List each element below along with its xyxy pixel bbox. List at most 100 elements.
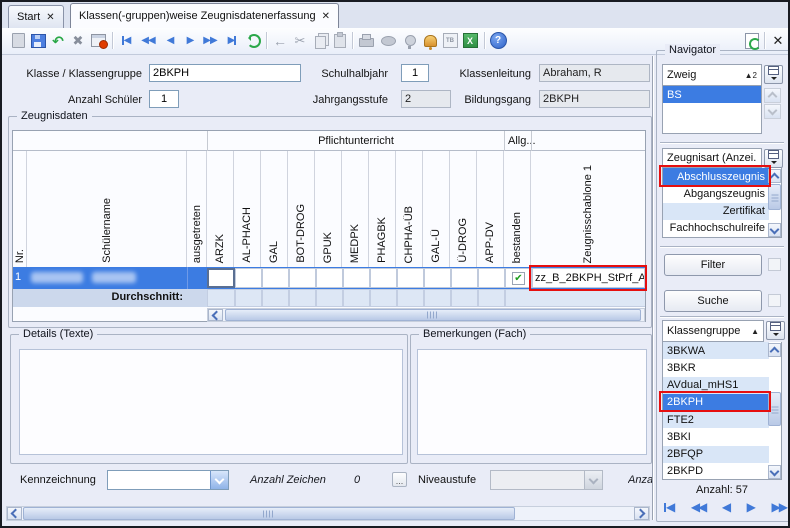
list-item-fachhochschulreife[interactable]: Fachhochschulreife (663, 220, 769, 237)
save-icon[interactable] (28, 31, 48, 50)
grade-cell[interactable] (316, 268, 343, 288)
klasse-input[interactable] (149, 64, 301, 82)
undo-icon[interactable]: ↶ (48, 31, 68, 50)
column-header-subject[interactable]: AL-PHACH (234, 151, 261, 267)
grade-cell[interactable] (478, 268, 505, 288)
excel-export-icon[interactable]: X (460, 31, 480, 50)
grade-cell-focused[interactable] (207, 268, 235, 288)
nav-first-icon[interactable]: ◀ (664, 501, 674, 513)
zeugnisschablone-cell[interactable]: zz_B_2BKPH_StPrf_A_A4 (532, 268, 645, 288)
chevron-down-icon[interactable] (210, 471, 228, 489)
tab-zeugnisdatenerfassung[interactable]: Klassen(-gruppen)weise Zeugnisdatenerfas… (70, 3, 339, 28)
column-header-zeugnisschablone[interactable]: Zeugnisschablone 1 (531, 151, 645, 267)
scroll-left-button[interactable] (208, 309, 223, 321)
grade-cell[interactable] (289, 268, 316, 288)
zeugnisart-column-options-button[interactable] (764, 149, 783, 168)
column-header-subject[interactable]: Ü-DROG (450, 151, 477, 267)
list-item-2bkpd[interactable]: 2BKPD (663, 463, 769, 480)
nav-first-icon[interactable]: ◀ (116, 31, 136, 50)
close-icon[interactable]: ✕ (768, 31, 788, 50)
details-textarea[interactable] (19, 349, 403, 455)
main-hscrollbar[interactable] (6, 506, 650, 521)
grade-cell[interactable] (262, 268, 289, 288)
notification-bell-icon[interactable] (420, 31, 440, 50)
klassengruppe-scroll-up-button[interactable] (768, 343, 781, 357)
zeugnisart-scroll-up-button[interactable] (768, 169, 781, 183)
list-item-3bkr[interactable]: 3BKR (663, 359, 769, 376)
tab-main-close-icon[interactable]: ✕ (322, 11, 330, 22)
refresh-icon[interactable] (244, 31, 264, 50)
bemerkungen-textarea[interactable] (417, 349, 647, 455)
list-item-abgangszeugnis[interactable]: Abgangszeugnis (663, 185, 769, 202)
scroll-left-button[interactable] (7, 507, 22, 520)
grade-cell[interactable] (424, 268, 451, 288)
nav-last-icon[interactable]: ▶ (222, 31, 242, 50)
table-row[interactable]: 1 ✔ zz_B_2BKPH_StPrf_A_A4 (13, 267, 645, 289)
column-header-bestanden[interactable]: bestanden (504, 151, 531, 267)
column-header-subject[interactable]: GAL (261, 151, 288, 267)
column-header-subject[interactable]: ARZK (207, 151, 234, 267)
column-header-subject[interactable]: CHPHA-ÜB (396, 151, 423, 267)
schulhalbjahr-input[interactable] (401, 64, 429, 82)
grade-cell[interactable] (343, 268, 370, 288)
list-item-3bkwa[interactable]: 3BKWA (663, 342, 769, 359)
klassengruppe-scrollbar-thumb[interactable] (768, 392, 781, 426)
zeugnisart-scrollbar-thumb[interactable] (768, 184, 781, 210)
table-hscrollbar[interactable] (207, 308, 645, 322)
list-item-3bki[interactable]: 3BKI (663, 428, 769, 445)
column-header-subject[interactable]: BOT-DROG (288, 151, 315, 267)
klassengruppe-column-options-button[interactable] (766, 321, 785, 340)
list-item-2bkph[interactable]: 2BKPH (663, 394, 769, 411)
nav-fast-prev-icon[interactable]: ◀◀ (138, 31, 158, 50)
column-header-subject[interactable]: GPUK (315, 151, 342, 267)
ellipsis-button[interactable]: ... (392, 472, 407, 487)
zweig-header[interactable]: Zweig ▲2 (662, 64, 762, 86)
column-header-subject[interactable]: PHAGBK (369, 151, 396, 267)
filter-checkbox[interactable] (768, 258, 781, 271)
column-header-schuelername[interactable]: Schülername (27, 151, 187, 267)
bestanden-checkbox-checked[interactable]: ✔ (512, 272, 525, 285)
new-record-icon[interactable] (8, 31, 28, 50)
tab-start[interactable]: Start ✕ (8, 5, 64, 28)
scrollbar-thumb[interactable] (225, 309, 641, 321)
zweig-column-options-button[interactable] (764, 65, 783, 84)
list-item-fte2[interactable]: FTE2 (663, 411, 769, 428)
column-header-subject[interactable]: APP-DV (477, 151, 504, 267)
grade-cell[interactable] (451, 268, 478, 288)
list-item-abschlusszeugnis[interactable]: Abschlusszeugnis (663, 168, 769, 185)
nav-prev-icon[interactable]: ◀ (722, 501, 730, 513)
zeugnisart-scroll-down-button[interactable] (768, 223, 781, 237)
remove-form-icon[interactable] (88, 31, 108, 50)
column-header-subject[interactable]: MEDPK (342, 151, 369, 267)
nav-prev-icon[interactable]: ◀ (160, 31, 180, 50)
reload-view-icon[interactable] (742, 31, 762, 50)
list-item-bs[interactable]: BS (663, 86, 761, 103)
filter-button[interactable]: Filter (664, 254, 762, 276)
list-item-2bfqp[interactable]: 2BFQP (663, 446, 769, 463)
kennzeichnung-combobox[interactable] (107, 470, 229, 490)
list-item-avdual-mhs1[interactable]: AVdual_mHS1 (663, 377, 769, 394)
nav-next-icon[interactable]: ▶ (747, 501, 755, 513)
suche-button[interactable]: Suche (664, 290, 762, 312)
nav-fast-prev-icon[interactable]: ◀◀ (691, 501, 705, 513)
nav-next-icon[interactable]: ▶ (180, 31, 200, 50)
anzahl-schueler-input[interactable] (149, 90, 179, 108)
column-header-nr[interactable]: Nr. (13, 151, 27, 267)
grade-cell[interactable] (370, 268, 397, 288)
scrollbar-thumb[interactable] (23, 507, 515, 520)
tab-start-close-icon[interactable]: ✕ (46, 12, 54, 23)
klassengruppe-header[interactable]: Klassengruppe ▲ (662, 320, 764, 342)
zeugnisart-header[interactable]: Zeugnisart (Anzei... (662, 148, 762, 168)
nav-fast-next-icon[interactable]: ▶▶ (771, 501, 785, 513)
grade-cell[interactable] (235, 268, 262, 288)
delete-icon[interactable]: ✖ (68, 31, 88, 50)
bestanden-cell[interactable]: ✔ (505, 268, 532, 288)
column-header-ausgetreten[interactable]: ausgetreten (187, 151, 207, 267)
scroll-right-button[interactable] (634, 507, 649, 520)
klassengruppe-scroll-down-button[interactable] (768, 465, 781, 479)
nav-fast-next-icon[interactable]: ▶▶ (200, 31, 220, 50)
column-header-subject[interactable]: GAL-Ü (423, 151, 450, 267)
help-icon[interactable]: ? (488, 31, 508, 50)
suche-checkbox[interactable] (768, 294, 781, 307)
list-item-zertifikat[interactable]: Zertifikat (663, 203, 769, 220)
